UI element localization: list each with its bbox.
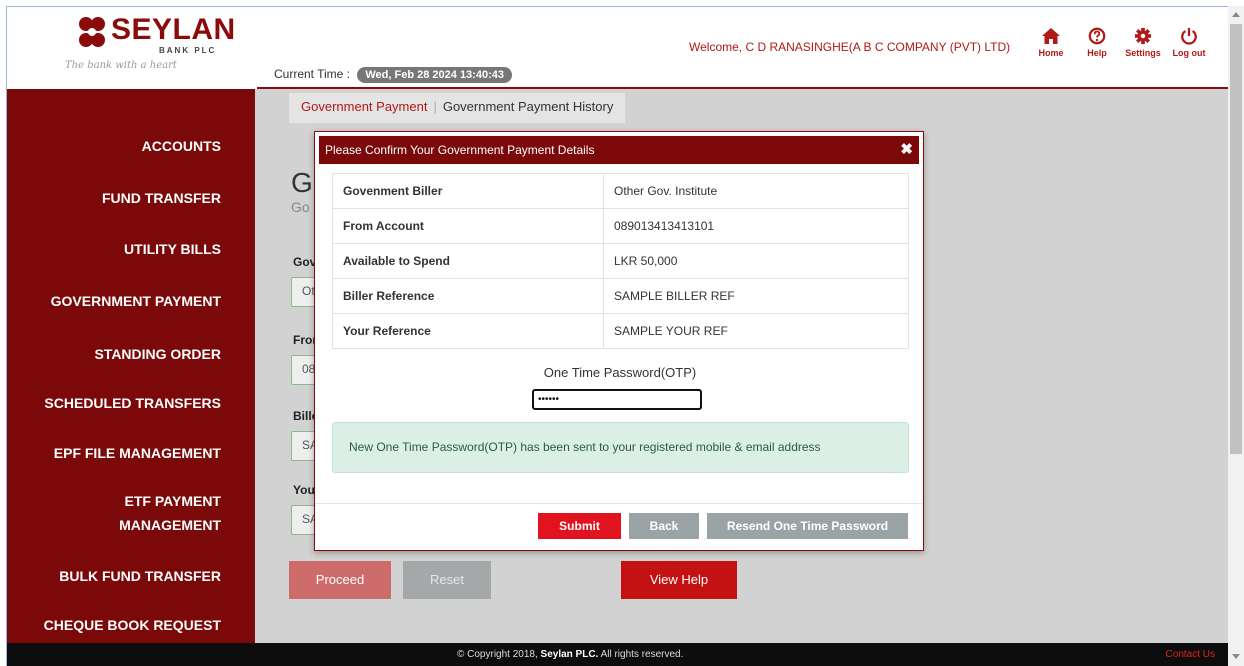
power-icon: [1181, 27, 1197, 45]
nav-settings[interactable]: Settings: [1120, 27, 1166, 58]
scroll-down-icon[interactable]: [1232, 654, 1240, 659]
nav-help-label: Help: [1087, 48, 1107, 58]
sidebar-item-accounts[interactable]: ACCOUNTS: [11, 134, 221, 158]
nav-settings-label: Settings: [1125, 48, 1161, 58]
brand-name: SEYLAN: [111, 13, 236, 46]
subnav-government-payment[interactable]: Government Payment: [301, 99, 427, 114]
subnav-separator: |: [433, 99, 437, 114]
detail-value: SAMPLE BILLER REF: [603, 278, 909, 314]
sidebar-item-bulk-fund-transfer[interactable]: BULK FUND TRANSFER: [11, 564, 221, 588]
detail-value: LKR 50,000: [603, 243, 909, 279]
otp-sent-notice: New One Time Password(OTP) has been sent…: [332, 422, 909, 473]
sidebar-item-epf-file-management[interactable]: EPF FILE MANAGEMENT: [11, 441, 221, 465]
confirm-payment-modal: Please Confirm Your Government Payment D…: [314, 131, 924, 551]
sidebar-item-scheduled-transfers[interactable]: SCHEDULED TRANSFERS: [11, 391, 221, 415]
app-window: SEYLAN BANK PLC The bank with a heart Cu…: [6, 6, 1228, 666]
scroll-thumb[interactable]: [1230, 24, 1242, 454]
nav-logout[interactable]: Log out: [1166, 27, 1212, 58]
modal-header: Please Confirm Your Government Payment D…: [319, 136, 919, 164]
detail-key: Govenment Biller: [332, 173, 604, 209]
sidebar-item-standing-order[interactable]: STANDING ORDER: [11, 342, 221, 366]
top-nav: Home Help Settings Log out: [1028, 27, 1212, 58]
back-button[interactable]: Back: [629, 513, 699, 539]
sidebar-item-fund-transfer[interactable]: FUND TRANSFER: [11, 186, 221, 210]
sidebar-item-etf-label-line1: ETF PAYMENT: [124, 493, 221, 509]
welcome-message: Welcome, C D RANASINGHE(A B C COMPANY (P…: [689, 40, 1011, 54]
sidebar: ACCOUNTS FUND TRANSFER UTILITY BILLS GOV…: [7, 89, 255, 649]
otp-label: One Time Password(OTP): [543, 365, 697, 380]
detail-key: Available to Spend: [332, 243, 604, 279]
payment-details-table: Govenment Biller Other Gov. Institute Fr…: [332, 173, 909, 349]
modal-divider: [315, 503, 923, 504]
table-row: Your Reference SAMPLE YOUR REF: [332, 313, 909, 349]
footer-copyright-suffix: All rights reserved.: [600, 649, 684, 660]
page-scrollbar[interactable]: [1228, 6, 1244, 666]
detail-value: 089013413413101: [603, 208, 909, 244]
nav-home[interactable]: Home: [1028, 27, 1074, 58]
nav-home-label: Home: [1038, 48, 1064, 58]
help-icon: [1088, 27, 1106, 45]
proceed-button[interactable]: Proceed: [289, 561, 391, 599]
brand-tagline: The bank with a heart: [65, 60, 177, 71]
footer-copyright-prefix: © Copyright 2018,: [457, 649, 538, 660]
contact-us-link[interactable]: Contact Us: [1166, 649, 1215, 660]
current-time-label: Current Time :: [274, 67, 351, 81]
nav-help[interactable]: Help: [1074, 27, 1120, 58]
resend-otp-button[interactable]: Resend One Time Password: [707, 513, 908, 539]
sidebar-item-cheque-book-request[interactable]: CHEQUE BOOK REQUEST: [11, 613, 221, 637]
table-row: From Account 089013413413101: [332, 208, 909, 244]
sidebar-item-utility-bills[interactable]: UTILITY BILLS: [11, 237, 221, 261]
subnav-government-payment-history[interactable]: Government Payment History: [443, 99, 614, 114]
biller-label: Gov: [293, 255, 317, 269]
home-icon: [1042, 28, 1060, 44]
modal-title: Please Confirm Your Government Payment D…: [325, 143, 595, 157]
nav-logout-label: Log out: [1172, 48, 1206, 58]
current-time: Current Time : Wed, Feb 28 2024 13:40:43: [274, 67, 512, 83]
table-row: Govenment Biller Other Gov. Institute: [332, 173, 909, 209]
close-icon[interactable]: ✖: [900, 136, 913, 164]
footer: © Copyright 2018, Seylan PLC. All rights…: [7, 643, 1228, 666]
submit-button[interactable]: Submit: [538, 513, 621, 539]
subnav: Government Payment | Government Payment Hi…: [289, 93, 626, 123]
current-time-badge: Wed, Feb 28 2024 13:40:43: [357, 67, 512, 83]
brand-sub: BANK PLC: [159, 46, 217, 55]
otp-input[interactable]: ••••••: [532, 389, 702, 410]
sidebar-item-etf-payment-management[interactable]: ETF PAYMENT MANAGEMENT: [11, 489, 221, 537]
detail-key: Biller Reference: [332, 278, 604, 314]
table-row: Available to Spend LKR 50,000: [332, 243, 909, 279]
scroll-up-icon[interactable]: [1232, 12, 1240, 17]
footer-copyright: © Copyright 2018, Seylan PLC. All rights…: [457, 649, 683, 660]
gear-icon: [1134, 27, 1152, 45]
detail-value: Other Gov. Institute: [603, 173, 909, 209]
page-title: G: [291, 167, 313, 198]
sidebar-item-etf-label-line2: MANAGEMENT: [119, 517, 221, 533]
seylan-logo[interactable]: SEYLAN BANK PLC The bank with a heart: [9, 7, 257, 83]
seylan-logo-mark-icon: [79, 17, 105, 47]
footer-company: Seylan PLC.: [540, 649, 599, 660]
header: SEYLAN BANK PLC The bank with a heart Cu…: [7, 7, 1228, 89]
table-row: Biller Reference SAMPLE BILLER REF: [332, 278, 909, 314]
detail-value: SAMPLE YOUR REF: [603, 313, 909, 349]
sidebar-item-government-payment[interactable]: GOVERNMENT PAYMENT: [11, 289, 221, 313]
view-help-button[interactable]: View Help: [621, 561, 737, 599]
reset-button[interactable]: Reset: [403, 561, 491, 599]
detail-key: Your Reference: [332, 313, 604, 349]
detail-key: From Account: [332, 208, 604, 244]
page-subtitle: Go: [291, 199, 310, 215]
your-reference-label: You: [293, 483, 315, 497]
